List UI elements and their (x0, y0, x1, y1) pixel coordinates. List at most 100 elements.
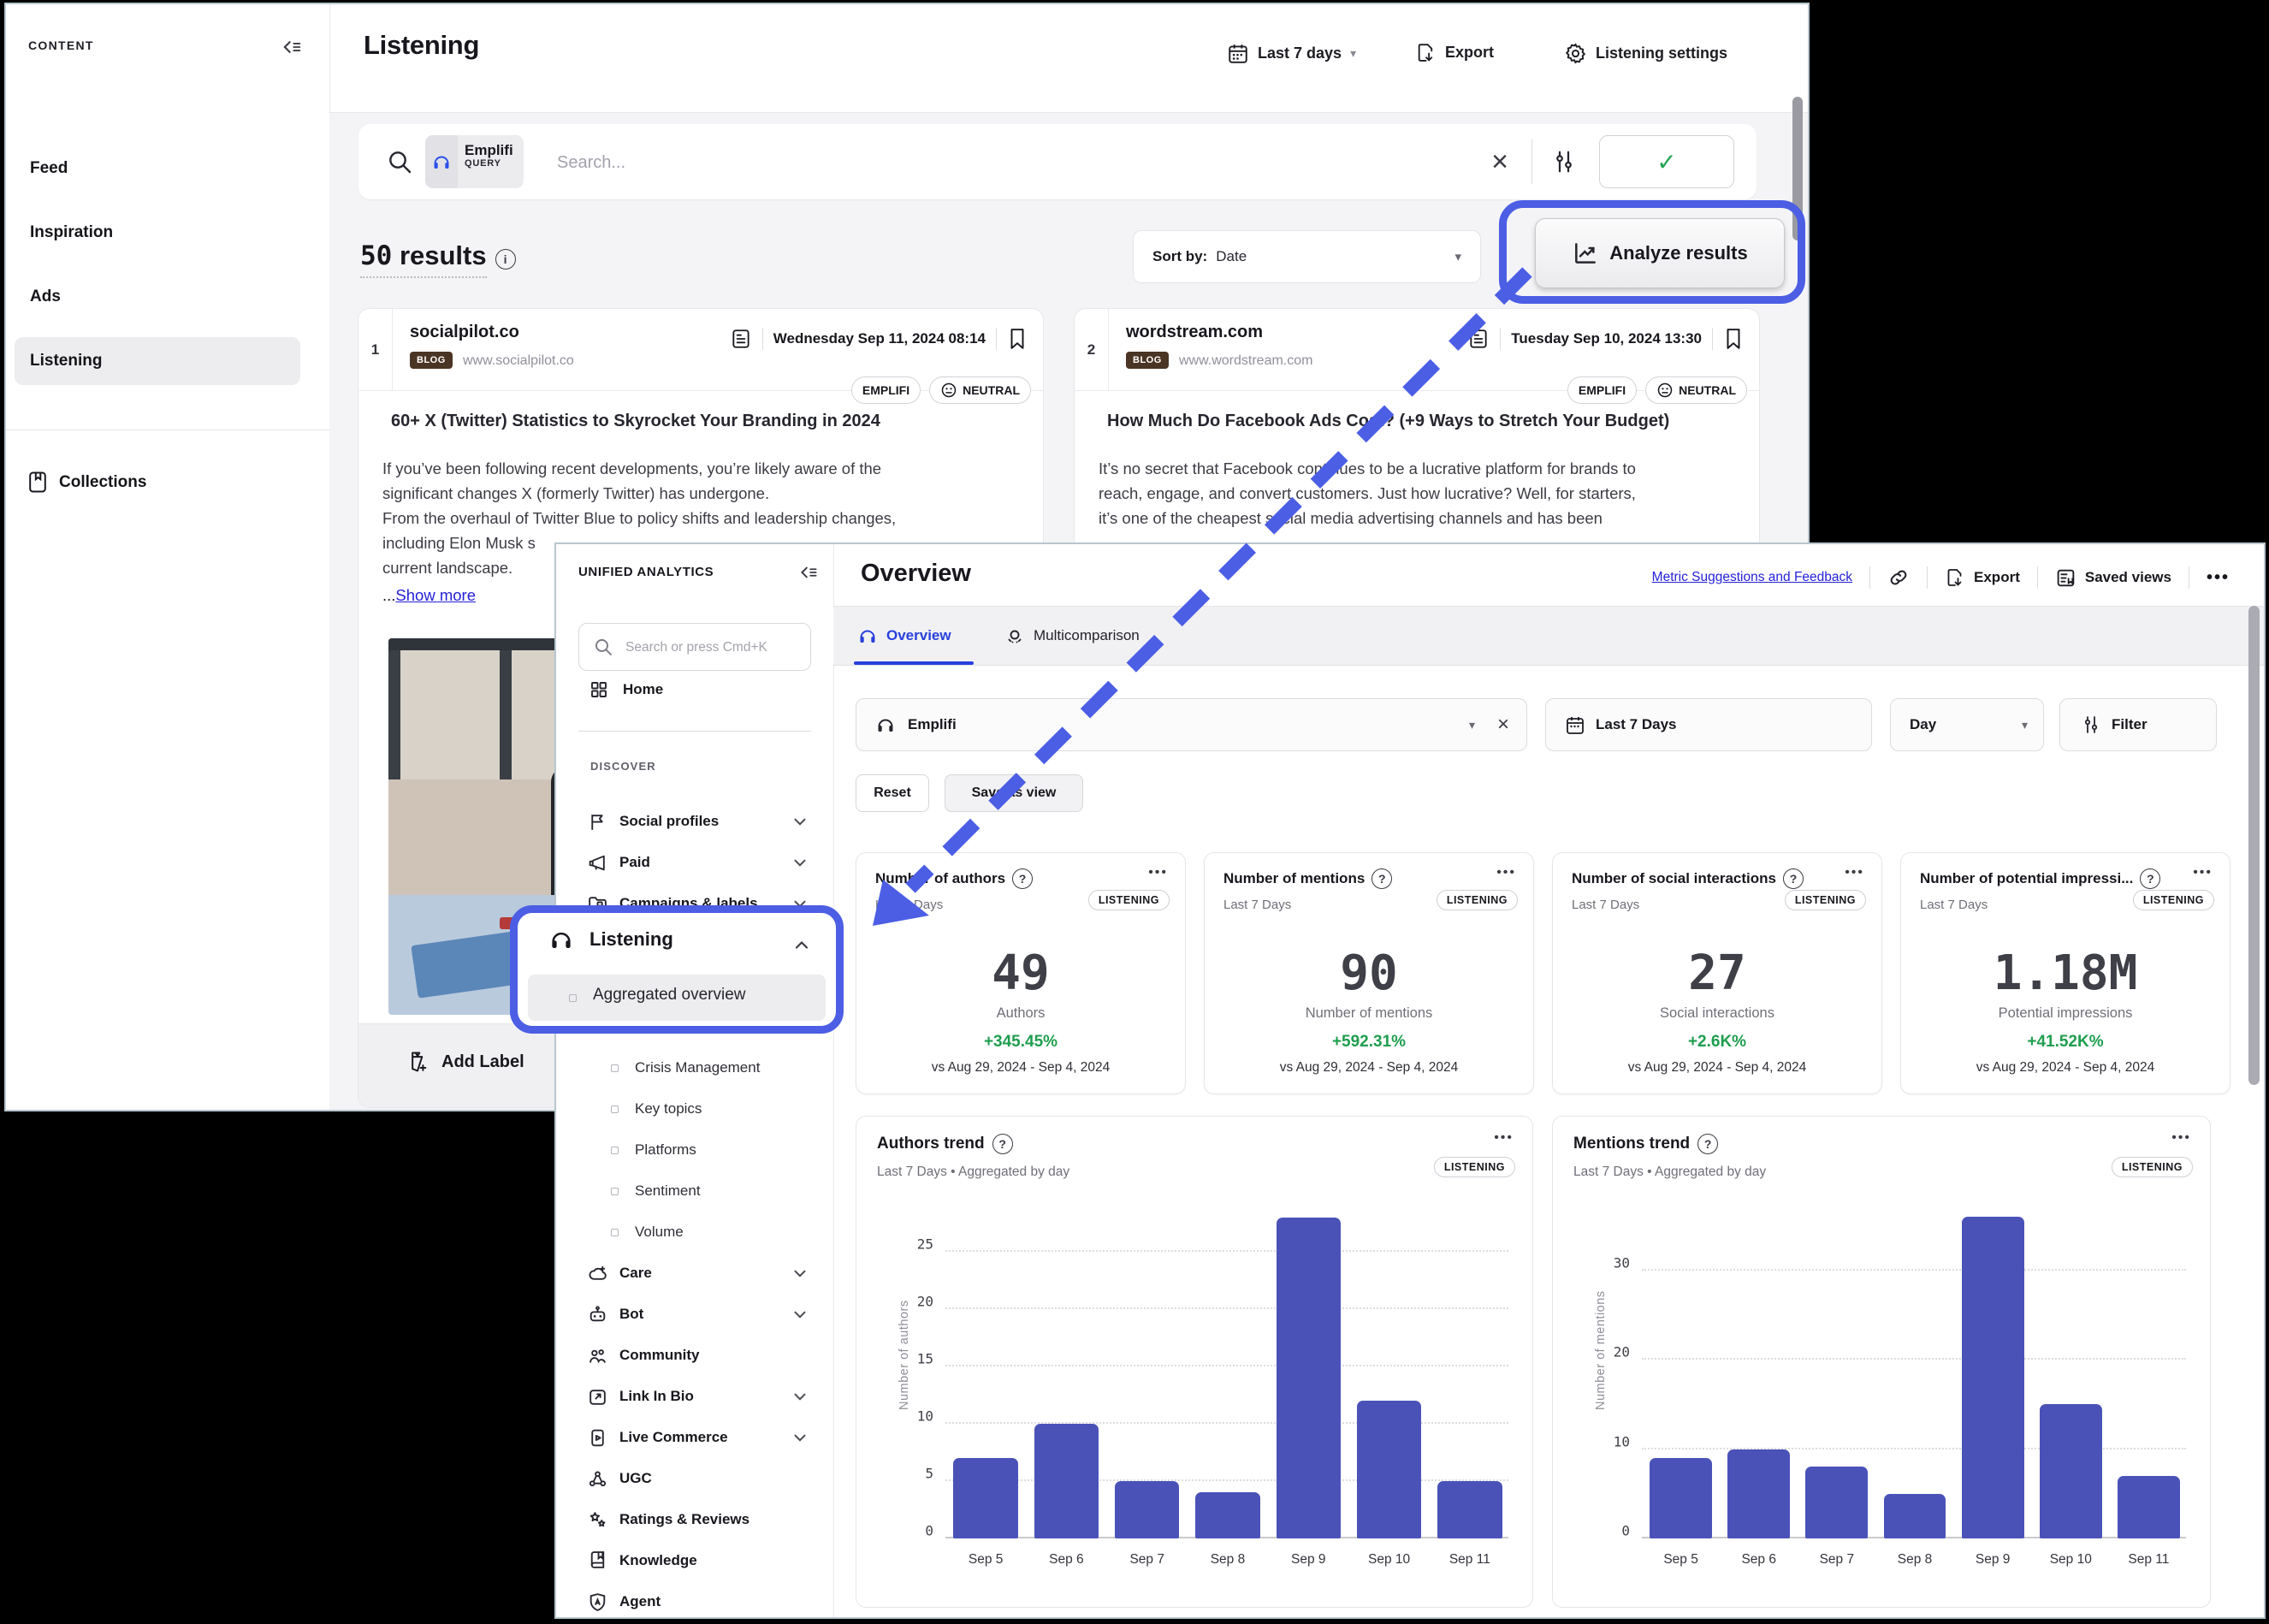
card-more-menu[interactable]: ••• (2193, 865, 2213, 880)
card-more-menu[interactable]: ••• (1845, 865, 1864, 880)
nav-item-ugc[interactable]: UGC (556, 1458, 833, 1499)
card-more-menu[interactable]: ••• (1494, 1130, 1514, 1146)
apply-query-button[interactable]: ✓ (1599, 135, 1734, 188)
chevron-down-icon[interactable] (791, 812, 809, 831)
bar-sep-5[interactable] (953, 1458, 1017, 1538)
analyze-results-button[interactable]: Analyze results (1535, 218, 1785, 288)
bar-sep-9[interactable] (1962, 1217, 2024, 1538)
metric-change: +345.45% (856, 1033, 1185, 1052)
bar-sep-6[interactable] (1034, 1424, 1099, 1538)
card-more-menu[interactable]: ••• (1496, 865, 1516, 880)
sidebar-item-listening[interactable]: Listening (15, 337, 300, 385)
result-source[interactable]: socialpilot.co (410, 323, 519, 342)
collapse-panel-icon[interactable] (797, 561, 820, 584)
tab-overview[interactable]: Overview (857, 607, 951, 665)
scrollbar[interactable] (2248, 606, 2260, 1085)
help-icon[interactable]: ? (1783, 868, 1804, 889)
sidebar-item-ads[interactable]: Ads (15, 273, 300, 321)
metric-period: Last 7 Days (1920, 898, 1988, 912)
filter-button[interactable]: Filter (2059, 698, 2217, 751)
bar-sep-6[interactable] (1727, 1449, 1790, 1538)
emplifi-query-chip[interactable]: Emplifi QUERY (425, 135, 524, 188)
tab-multicomparison[interactable]: Multicomparison (1004, 607, 1140, 665)
nav-item-live-commerce[interactable]: Live Commerce (556, 1417, 833, 1458)
nav-item-care[interactable]: Care (556, 1253, 833, 1294)
sort-dropdown[interactable]: Sort by: Date ▾ (1133, 230, 1481, 283)
result-date: Tuesday Sep 10, 2024 13:30 (1511, 330, 1702, 347)
more-menu[interactable]: ••• (2207, 568, 2230, 588)
chevron-down-icon[interactable] (791, 1264, 809, 1283)
nav-item-platforms[interactable]: Platforms (556, 1129, 833, 1171)
result-body: It’s no secret that Facebook continues t… (1099, 456, 1736, 530)
collapse-sidebar-icon[interactable] (280, 35, 304, 59)
nav-item-ratings-reviews[interactable]: Ratings & Reviews (556, 1499, 833, 1540)
nav-item-home[interactable]: Home (589, 679, 663, 700)
bar-sep-7[interactable] (1115, 1481, 1179, 1538)
help-icon[interactable]: ? (1012, 868, 1033, 889)
nav-item-social-profiles[interactable]: Social profiles (556, 801, 833, 842)
bar-sep-10[interactable] (1357, 1401, 1421, 1538)
nav-item-bot[interactable]: Bot (556, 1294, 833, 1335)
bookmark-icon[interactable] (1007, 328, 1028, 350)
export-button[interactable]: Export (1415, 42, 1494, 63)
saved-views-button[interactable]: Saved views (2055, 567, 2171, 589)
chevron-down-icon[interactable] (791, 1387, 809, 1406)
granularity-select[interactable]: Day ▾ (1890, 698, 2044, 751)
nav-item-link-in-bio[interactable]: Link In Bio (556, 1376, 833, 1417)
bar-sep-8[interactable] (1195, 1492, 1259, 1538)
listening-settings-button[interactable]: Listening settings (1564, 42, 1727, 65)
nav-item-paid[interactable]: Paid (556, 842, 833, 883)
bar-sep-10[interactable] (2040, 1404, 2102, 1538)
bar-sep-5[interactable] (1650, 1458, 1712, 1538)
date-range-dropdown[interactable]: Last 7 days ▾ (1227, 42, 1356, 64)
query-settings-icon[interactable] (1551, 124, 1577, 199)
bar-sep-8[interactable] (1884, 1494, 1946, 1538)
nav-item-knowledge[interactable]: Knowledge (556, 1540, 833, 1581)
nav-item-listening[interactable]: Listening (548, 927, 673, 952)
nav-item-key-topics[interactable]: Key topics (556, 1088, 833, 1129)
bar-sep-11[interactable] (1437, 1481, 1502, 1538)
help-icon[interactable]: ? (2140, 868, 2160, 889)
clear-search-icon[interactable]: × (1491, 124, 1508, 199)
metric-title: Number of mentions? (1223, 868, 1392, 889)
sidebar-item-inspiration[interactable]: Inspiration (15, 209, 300, 257)
nav-item-volume[interactable]: Volume (556, 1212, 833, 1253)
bar-sep-9[interactable] (1277, 1218, 1341, 1538)
help-icon[interactable]: ? (1371, 868, 1392, 889)
help-icon[interactable]: ? (1697, 1134, 1718, 1154)
help-icon[interactable]: ? (992, 1134, 1013, 1154)
chevron-down-icon[interactable] (791, 1428, 809, 1447)
result-headline[interactable]: How Much Do Facebook Ads Cost? (+9 Ways … (1107, 412, 1732, 431)
overview-export-button[interactable]: Export (1945, 567, 2020, 588)
add-label-button[interactable]: Add Label (406, 1050, 524, 1074)
share-link-icon[interactable] (1887, 566, 1910, 589)
reset-button[interactable]: Reset (856, 774, 929, 812)
bar-sep-11[interactable] (2118, 1476, 2180, 1538)
bookmark-icon[interactable] (1723, 328, 1744, 350)
nav-item-community[interactable]: Community (556, 1335, 833, 1376)
card-more-menu[interactable]: ••• (2171, 1130, 2191, 1146)
panel-search-input[interactable] (624, 624, 807, 671)
nav-item-crisis-management[interactable]: Crisis Management (556, 1047, 833, 1088)
metric-suggestions-link[interactable]: Metric Suggestions and Feedback (1652, 570, 1852, 585)
date-filter[interactable]: Last 7 Days (1545, 698, 1872, 751)
nav-item-agent[interactable]: Agent (556, 1581, 833, 1622)
show-more-link[interactable]: Show more (395, 586, 476, 604)
chevron-down-icon[interactable] (791, 853, 809, 872)
chevron-down-icon[interactable] (791, 1305, 809, 1324)
listening-badge: LISTENING (1434, 1157, 1515, 1177)
nav-item-sentiment[interactable]: Sentiment (556, 1171, 833, 1212)
info-icon[interactable]: i (495, 249, 516, 270)
save-as-view-button[interactable]: Save as view (945, 774, 1083, 812)
sidebar-item-collections[interactable]: Collections (28, 471, 146, 494)
collections-icon (28, 471, 47, 494)
result-source[interactable]: wordstream.com (1126, 323, 1263, 342)
query-select[interactable]: Emplifi ▾ × (856, 698, 1527, 751)
card-more-menu[interactable]: ••• (1148, 865, 1168, 880)
bar-sep-7[interactable] (1805, 1467, 1868, 1538)
chevron-up-icon[interactable] (791, 935, 812, 956)
sidebar-item-feed[interactable]: Feed (15, 145, 300, 193)
clear-query-icon[interactable]: × (1497, 713, 1509, 737)
result-headline[interactable]: 60+ X (Twitter) Statistics to Skyrocket … (391, 412, 1016, 431)
nav-item-aggregated-overview[interactable]: Aggregated overview (528, 975, 826, 1021)
